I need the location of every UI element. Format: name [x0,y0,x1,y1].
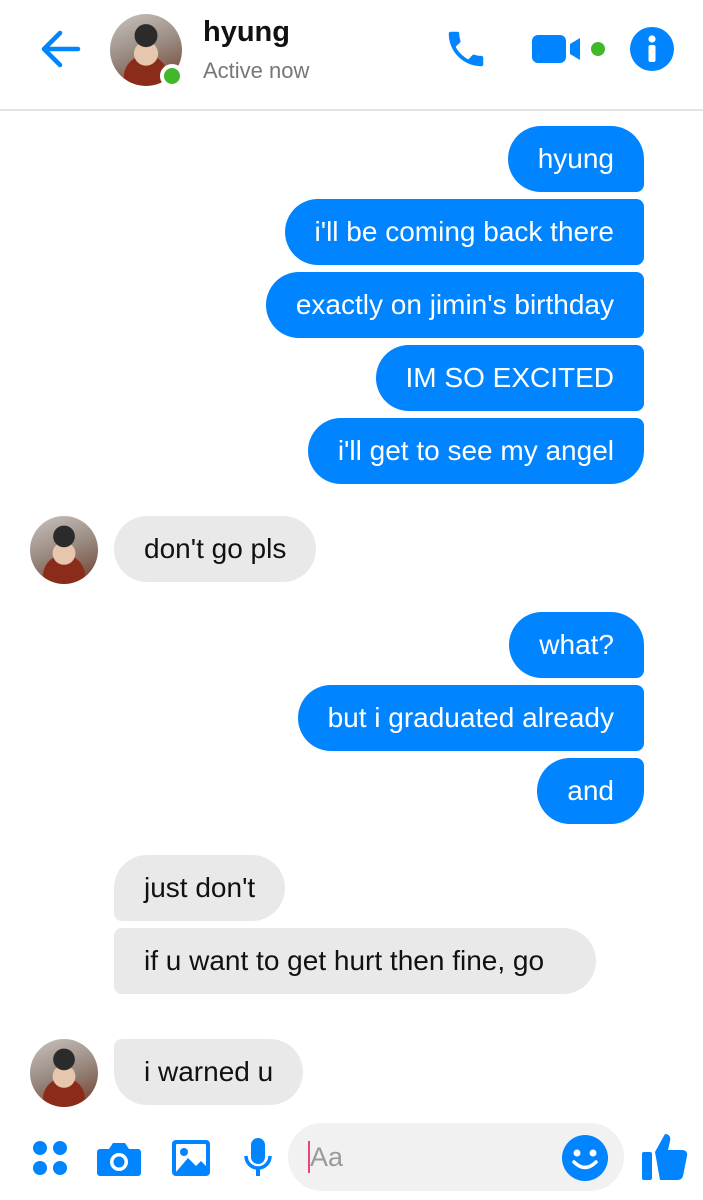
contact-avatar[interactable] [110,14,184,88]
active-status: Active now [203,58,310,83]
incoming-message[interactable]: i warned u [114,1039,304,1105]
avatar[interactable] [30,1039,98,1107]
back-arrow-icon[interactable] [34,26,86,72]
avatar[interactable] [30,516,98,584]
chat-header: hyung Active now [0,0,703,111]
outgoing-message[interactable]: IM SO EXCITED [375,345,644,411]
contact-name[interactable]: hyung [203,16,290,49]
thumbs-up-icon[interactable] [640,1130,690,1182]
apps-icon[interactable] [28,1132,72,1184]
emoji-icon[interactable] [561,1134,609,1182]
incoming-message[interactable]: just don't [114,855,286,921]
outgoing-message[interactable]: hyung [507,126,644,192]
incoming-message[interactable]: don't go pls [114,516,317,582]
gallery-icon[interactable] [168,1132,214,1184]
outgoing-message[interactable]: i'll get to see my angel [307,418,644,484]
microphone-icon[interactable] [238,1132,278,1184]
camera-icon[interactable] [95,1132,143,1184]
phone-icon[interactable] [440,24,492,74]
message-input[interactable] [288,1123,558,1191]
incoming-message[interactable]: if u want to get hurt then fine, go [114,928,596,994]
outgoing-message[interactable]: but i graduated already [297,685,644,751]
outgoing-message[interactable]: what? [509,612,644,678]
video-camera-icon[interactable] [530,24,610,74]
outgoing-message[interactable]: and [537,758,644,824]
online-status-dot [160,64,184,88]
outgoing-message[interactable]: i'll be coming back there [284,199,644,265]
outgoing-message[interactable]: exactly on jimin's birthday [265,272,644,338]
info-icon[interactable] [627,24,677,74]
message-thread[interactable]: hyung i'll be coming back there exactly … [0,113,703,1113]
